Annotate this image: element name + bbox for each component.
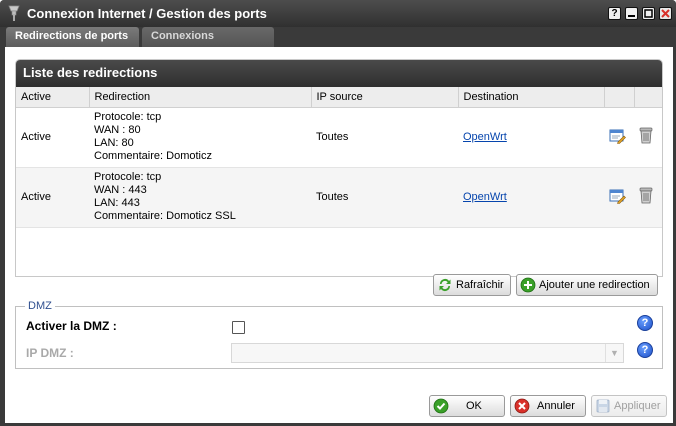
row-redirection: Protocole: tcp WAN : 443 LAN: 443 Commen… bbox=[89, 167, 311, 228]
dmz-enable-label: Activer la DMZ : bbox=[26, 319, 117, 333]
row-delete-cell bbox=[634, 167, 662, 228]
edit-icon[interactable] bbox=[609, 188, 626, 204]
redirection-lan: LAN: 80 bbox=[94, 137, 134, 149]
column-header-destination[interactable]: Destination bbox=[458, 87, 605, 108]
redirection-comment: Commentaire: Domoticz bbox=[94, 150, 212, 162]
pin-icon bbox=[8, 5, 20, 21]
redirection-comment: Commentaire: Domoticz SSL bbox=[94, 210, 236, 222]
save-icon bbox=[596, 399, 610, 413]
row-edit-cell bbox=[604, 167, 634, 228]
title-bar[interactable]: Connexion Internet / Gestion des ports ? bbox=[0, 0, 676, 27]
panel-title: Liste des redirections bbox=[16, 60, 662, 87]
tab-redirections-de-ports[interactable]: Redirections de ports bbox=[6, 27, 139, 47]
cancel-button[interactable]: Annuler bbox=[510, 395, 586, 417]
maximize-button[interactable] bbox=[642, 7, 655, 20]
window-title: Connexion Internet / Gestion des ports bbox=[27, 6, 267, 21]
edit-icon[interactable] bbox=[609, 128, 626, 144]
chevron-down-icon: ▼ bbox=[605, 344, 623, 362]
redirection-wan: WAN : 80 bbox=[94, 124, 141, 136]
check-icon bbox=[433, 398, 449, 414]
tab-connexions-entrantes[interactable]: Connexions entrantes bbox=[142, 27, 274, 61]
row-ip-source: Toutes bbox=[311, 107, 458, 168]
dmz-enable-checkbox[interactable] bbox=[232, 321, 245, 334]
help-icon[interactable]: ? bbox=[637, 315, 653, 331]
redirections-panel: Liste des redirections Active Redirectio… bbox=[15, 59, 663, 277]
close-button[interactable] bbox=[659, 7, 672, 20]
dmz-fieldset: DMZ Activer la DMZ : ? IP DMZ : ▼ ? bbox=[15, 300, 663, 369]
redirection-protocol: Protocole: tcp bbox=[94, 171, 162, 183]
refresh-label: Rafraîchir bbox=[456, 279, 504, 291]
trash-icon[interactable] bbox=[639, 187, 653, 204]
row-active: Active bbox=[16, 107, 89, 168]
ok-label: OK bbox=[466, 400, 482, 412]
column-header-active[interactable]: Active bbox=[16, 87, 90, 108]
column-header-ip-source[interactable]: IP source bbox=[311, 87, 459, 108]
row-edit-cell bbox=[604, 107, 634, 168]
column-header-redirection[interactable]: Redirection bbox=[89, 87, 312, 108]
redirection-wan: WAN : 443 bbox=[94, 184, 147, 196]
refresh-icon bbox=[439, 279, 451, 291]
dialog-window: Connexion Internet / Gestion des ports ?… bbox=[0, 0, 676, 426]
add-icon bbox=[520, 277, 536, 293]
help-icon[interactable]: ? bbox=[637, 342, 653, 358]
add-redirection-button[interactable]: Ajouter une redirection bbox=[516, 274, 658, 296]
table-row[interactable]: Active Protocole: tcp WAN : 80 LAN: 80 C… bbox=[16, 107, 662, 168]
redirections-table: Active Redirection IP source Destination… bbox=[16, 87, 662, 228]
refresh-button[interactable]: Rafraîchir bbox=[433, 274, 511, 296]
ok-button[interactable]: OK bbox=[429, 395, 505, 417]
row-destination-cell: OpenWrt bbox=[458, 107, 604, 168]
tab-bar: Redirections de ports Connexions entrant… bbox=[0, 27, 676, 61]
row-active: Active bbox=[16, 167, 89, 228]
apply-button[interactable]: Appliquer bbox=[591, 395, 667, 417]
trash-icon[interactable] bbox=[639, 127, 653, 144]
destination-link[interactable]: OpenWrt bbox=[463, 131, 507, 143]
column-header-delete bbox=[634, 87, 662, 108]
add-redirection-label: Ajouter une redirection bbox=[539, 279, 650, 291]
table-row[interactable]: Active Protocole: tcp WAN : 443 LAN: 443… bbox=[16, 167, 662, 228]
dmz-ip-label: IP DMZ : bbox=[26, 346, 74, 360]
minimize-icon bbox=[628, 15, 635, 17]
apply-label: Appliquer bbox=[614, 400, 661, 412]
column-header-edit bbox=[604, 87, 635, 108]
dmz-ip-select[interactable]: ▼ bbox=[231, 343, 624, 363]
help-window-button[interactable]: ? bbox=[608, 7, 621, 20]
destination-link[interactable]: OpenWrt bbox=[463, 191, 507, 203]
row-destination-cell: OpenWrt bbox=[458, 167, 604, 228]
table-header-row: Active Redirection IP source Destination bbox=[16, 87, 662, 108]
close-icon bbox=[661, 9, 670, 18]
tab-content: Liste des redirections Active Redirectio… bbox=[5, 47, 673, 423]
redirection-lan: LAN: 443 bbox=[94, 197, 140, 209]
cancel-icon bbox=[514, 398, 530, 414]
row-ip-source: Toutes bbox=[311, 167, 458, 228]
redirection-protocol: Protocole: tcp bbox=[94, 111, 162, 123]
maximize-icon bbox=[644, 9, 653, 18]
row-delete-cell bbox=[634, 107, 662, 168]
minimize-button[interactable] bbox=[625, 7, 638, 20]
dmz-legend: DMZ bbox=[25, 300, 55, 312]
cancel-label: Annuler bbox=[537, 400, 575, 412]
row-redirection: Protocole: tcp WAN : 80 LAN: 80 Commenta… bbox=[89, 107, 311, 168]
